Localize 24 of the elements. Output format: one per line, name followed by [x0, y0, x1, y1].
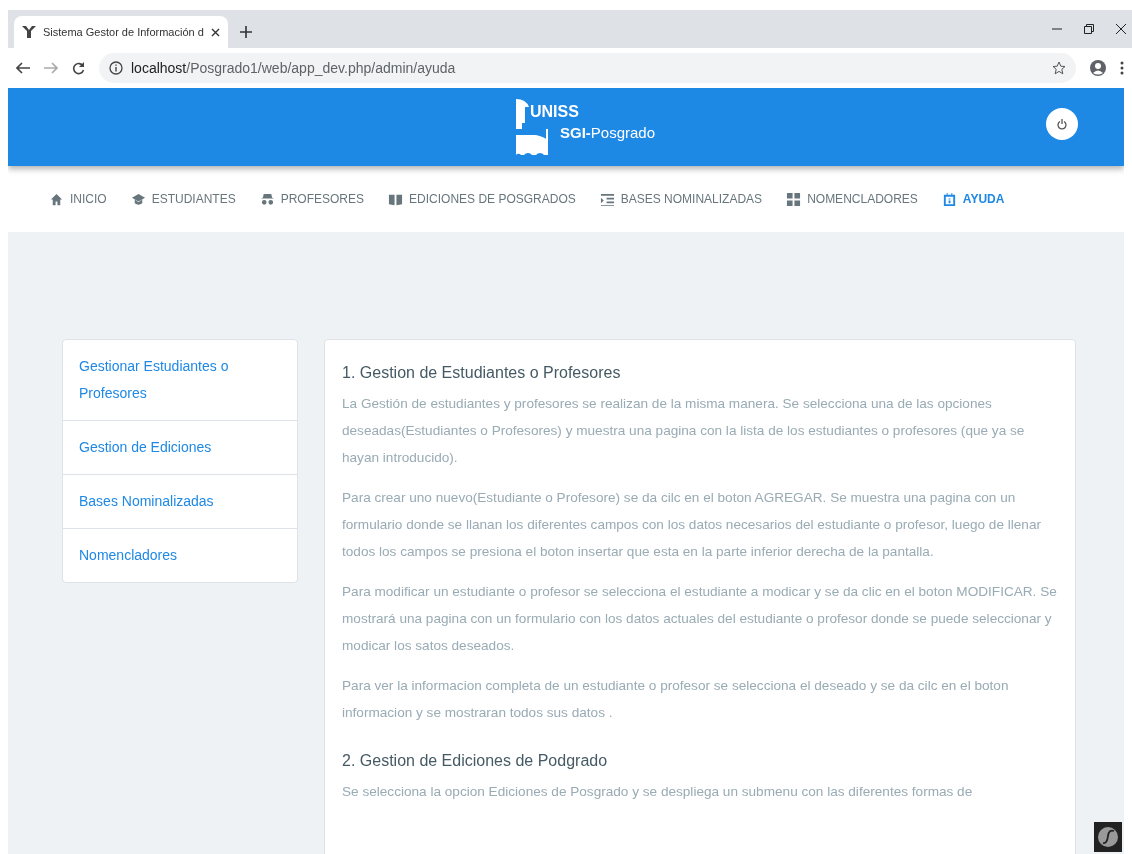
help-paragraph: Para modificar un estudiante o profesor se selecciona el estudiante a modicar y se da clic en el boton MODIFICAR. Se mostrará una pagina con un formulario con los datos actuales del estudiante o profesor donde se puede seleccionar y modicar los satos deseados.: [342, 583, 1058, 655]
logo-text: UNISS: [530, 103, 579, 121]
sidebar-link[interactable]: Gestionar Estudiantes o Profesores: [63, 340, 297, 420]
url-text: localhost/Posgrado1/web/app_dev.php/admin/ayuda: [131, 60, 456, 76]
nav-link[interactable]: INICIO: [49, 191, 107, 207]
nav-link[interactable]: ESTUDIANTES: [130, 191, 236, 207]
section-heading: 2. Gestion de Ediciones de Podgrado: [342, 752, 609, 770]
sidebar-link[interactable]: Gestion de Ediciones: [63, 420, 297, 474]
app-title: SGI-Posgrado: [560, 124, 656, 141]
help-paragraph: Para crear uno nuevo(Estudiante o Profesore) se da cilc en el boton AGREGAR. Se muestra una pagina con un formulario donde se llanan los diferentes campos con los datos necesarios del estudiante o profesor, luego de llenar todos los campos se presiona el boton insertar que esta en la parte inferior derecha de la pantalla.: [342, 489, 1042, 561]
sidebar-link[interactable]: Bases Nominalizadas: [63, 474, 297, 528]
section-heading: 1. Gestion de Estudiantes o Profesores: [342, 364, 622, 382]
help-paragraph: La Gestión de estudiantes y profesores se realizan de la misma manera. Se selecciona una de las opciones deseadas(Estudiantes o Profesores) y muestra una pagina con la lista de los estudiantes o profesores (que ya se hayan introducido).: [342, 395, 1026, 467]
tab-title: Sistema Gestor de Información d: [43, 26, 204, 38]
sidebar-link[interactable]: Nomencladores: [63, 528, 297, 582]
nav-link[interactable]: BASES NOMINALIZADAS: [599, 191, 763, 207]
nav-link[interactable]: AYUDA: [941, 191, 1005, 207]
nav-link[interactable]: NOMENCLADORES: [786, 191, 918, 207]
help-paragraph: Para ver la informacion completa de un estudiante o profesor se selecciona el deseado y se da cilc en el boton informacion y se mostraran todos sus datos .: [342, 677, 1010, 722]
browser-tab[interactable]: Sistema Gestor de Información d: [14, 16, 228, 48]
help-paragraph: Se selecciona la opcion Ediciones de Posgrado y se despliega un submenu con las diferentes formas de: [342, 783, 974, 801]
nav-link[interactable]: EDICIONES DE POSGRADOS: [388, 191, 576, 207]
address-bar[interactable]: localhost/Posgrado1/web/app_dev.php/admin/ayuda: [99, 53, 1076, 83]
nav-link[interactable]: PROFESORES: [259, 191, 365, 207]
